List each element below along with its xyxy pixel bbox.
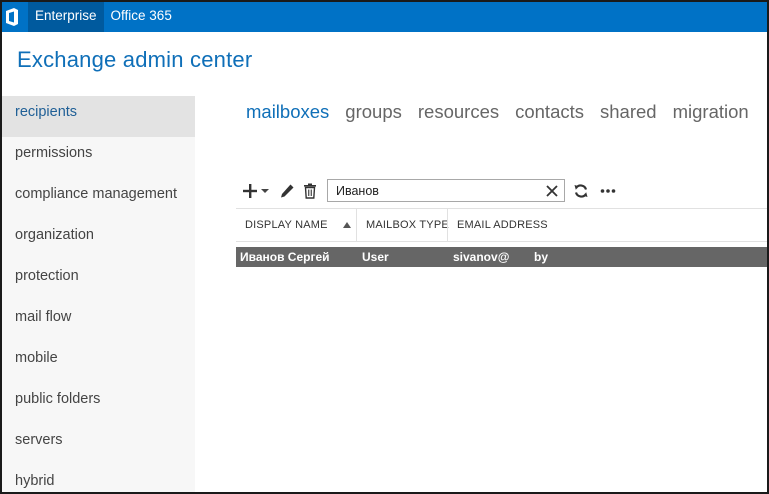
close-icon bbox=[546, 185, 558, 197]
sidebar-item-protection[interactable]: protection bbox=[2, 260, 195, 301]
sidebar: recipients permissions compliance manage… bbox=[2, 96, 195, 492]
refresh-button[interactable] bbox=[572, 179, 590, 203]
cell-email-domain: by bbox=[534, 250, 549, 264]
sidebar-item-hybrid[interactable]: hybrid bbox=[2, 465, 195, 492]
chevron-down-icon bbox=[261, 189, 269, 193]
app-window: Enterprise Office 365 Exchange admin cen… bbox=[0, 0, 769, 494]
tab-groups[interactable]: groups bbox=[345, 101, 402, 123]
top-nav: Enterprise Office 365 bbox=[28, 2, 179, 32]
search-box bbox=[327, 179, 565, 202]
pencil-icon bbox=[281, 184, 294, 198]
sidebar-item-mail-flow[interactable]: mail flow bbox=[2, 301, 195, 342]
topnav-enterprise[interactable]: Enterprise bbox=[28, 2, 104, 32]
sidebar-item-public-folders[interactable]: public folders bbox=[2, 383, 195, 424]
office-logo-icon[interactable] bbox=[4, 7, 20, 27]
trash-icon bbox=[304, 183, 316, 199]
recipient-tabs: mailboxes groups resources contacts shar… bbox=[246, 101, 765, 123]
refresh-icon bbox=[574, 184, 588, 198]
column-email-address[interactable]: EMAIL ADDRESS bbox=[457, 209, 548, 242]
top-bar: Enterprise Office 365 bbox=[2, 2, 767, 32]
plus-icon bbox=[243, 184, 257, 198]
tab-contacts[interactable]: contacts bbox=[515, 101, 584, 123]
clear-search-button[interactable] bbox=[545, 183, 559, 199]
delete-button[interactable] bbox=[302, 179, 318, 203]
cell-email-local: sivanov@ bbox=[453, 250, 510, 264]
add-button[interactable] bbox=[240, 179, 260, 203]
table-header: DISPLAY NAME MAILBOX TYPE EMAIL ADDRESS bbox=[236, 208, 767, 242]
column-divider bbox=[356, 209, 357, 242]
tab-resources[interactable]: resources bbox=[418, 101, 499, 123]
add-dropdown-button[interactable] bbox=[260, 179, 270, 203]
edit-button[interactable] bbox=[278, 179, 296, 203]
mailbox-table: DISPLAY NAME MAILBOX TYPE EMAIL ADDRESS … bbox=[236, 208, 767, 267]
topnav-office365[interactable]: Office 365 bbox=[104, 2, 179, 32]
tab-shared[interactable]: shared bbox=[600, 101, 657, 123]
more-options-button[interactable] bbox=[599, 179, 617, 203]
tab-migration[interactable]: migration bbox=[673, 101, 749, 123]
sidebar-item-mobile[interactable]: mobile bbox=[2, 342, 195, 383]
sidebar-item-organization[interactable]: organization bbox=[2, 219, 195, 260]
sidebar-item-servers[interactable]: servers bbox=[2, 424, 195, 465]
column-mailbox-type[interactable]: MAILBOX TYPE bbox=[366, 209, 449, 242]
sidebar-item-permissions[interactable]: permissions bbox=[2, 137, 195, 178]
search-input[interactable] bbox=[336, 182, 536, 199]
sidebar-item-recipients[interactable]: recipients bbox=[2, 96, 195, 137]
more-icon bbox=[600, 189, 616, 193]
sidebar-item-compliance-management[interactable]: compliance management bbox=[2, 178, 195, 219]
column-display-name[interactable]: DISPLAY NAME bbox=[245, 209, 328, 242]
cell-display-name: Иванов Сергей bbox=[240, 250, 330, 264]
table-row[interactable]: Иванов Сергей User sivanov@ by bbox=[236, 247, 767, 267]
tab-mailboxes[interactable]: mailboxes bbox=[246, 101, 329, 123]
cell-mailbox-type: User bbox=[362, 250, 389, 264]
main-content: mailboxes groups resources contacts shar… bbox=[195, 32, 767, 492]
column-divider bbox=[447, 209, 448, 242]
sort-ascending-icon bbox=[343, 222, 351, 228]
toolbar bbox=[240, 179, 767, 203]
